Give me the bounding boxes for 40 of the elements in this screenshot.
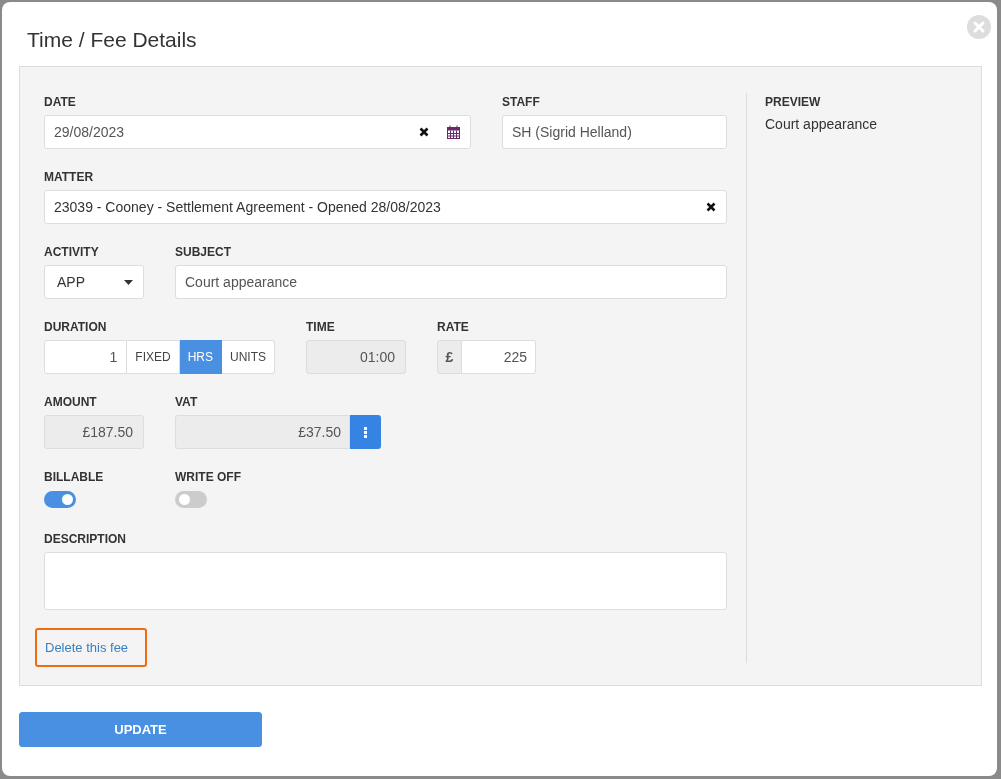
- time-field[interactable]: 01:00: [306, 340, 406, 374]
- clear-icon[interactable]: [419, 127, 429, 137]
- description-field[interactable]: [44, 552, 727, 610]
- caret-icon: [124, 279, 133, 285]
- toggle-switch[interactable]: [175, 491, 207, 508]
- vat-field[interactable]: £37.50: [175, 415, 350, 449]
- field-label: DESCRIPTION: [44, 532, 127, 546]
- rate-field[interactable]: 225: [462, 340, 536, 374]
- preview-text: Court appearance: [765, 116, 878, 132]
- field-label: TIME: [306, 320, 336, 334]
- delete-link[interactable]: Delete this fee: [35, 628, 148, 667]
- more-options-button[interactable]: [350, 415, 381, 449]
- field-label: STAFF: [502, 95, 541, 109]
- staff-field[interactable]: SH (Sigrid Helland): [502, 115, 727, 149]
- field-label: DATE: [44, 95, 77, 109]
- field-label: BILLABLE: [44, 470, 105, 484]
- activity-dropdown[interactable]: APP: [44, 265, 144, 299]
- toggle-switch[interactable]: [44, 491, 76, 508]
- matter-field[interactable]: 23039 - Cooney - Settlement Agreement - Opened 28/08/2023: [44, 190, 727, 224]
- duration-field[interactable]: 1: [44, 340, 128, 374]
- field-label: DURATION: [44, 320, 108, 334]
- currency-addon: £: [437, 340, 462, 374]
- field-label: AMOUNT: [44, 395, 98, 409]
- field-label: SUBJECT: [175, 245, 232, 259]
- date-field[interactable]: 29/08/2023: [44, 115, 471, 149]
- dialog-title: Time / Fee Details: [27, 28, 198, 52]
- field-label: RATE: [437, 320, 470, 334]
- subject-field[interactable]: Court appearance: [175, 265, 727, 299]
- unit-toggle-button[interactable]: UNITS: [222, 340, 275, 374]
- field-label: WRITE OFF: [175, 470, 242, 484]
- calendar-icon[interactable]: [447, 125, 460, 139]
- clear-icon[interactable]: [706, 202, 716, 212]
- field-label: ACTIVITY: [44, 245, 100, 259]
- preview-label: PREVIEW: [765, 95, 822, 109]
- close-icon: [972, 20, 986, 34]
- field-label: MATTER: [44, 170, 95, 184]
- unit-toggle-button[interactable]: FIXED: [127, 340, 180, 374]
- field-label: VAT: [175, 395, 199, 409]
- amount-field[interactable]: £187.50: [44, 415, 144, 449]
- vertical-dots-icon: [364, 426, 367, 438]
